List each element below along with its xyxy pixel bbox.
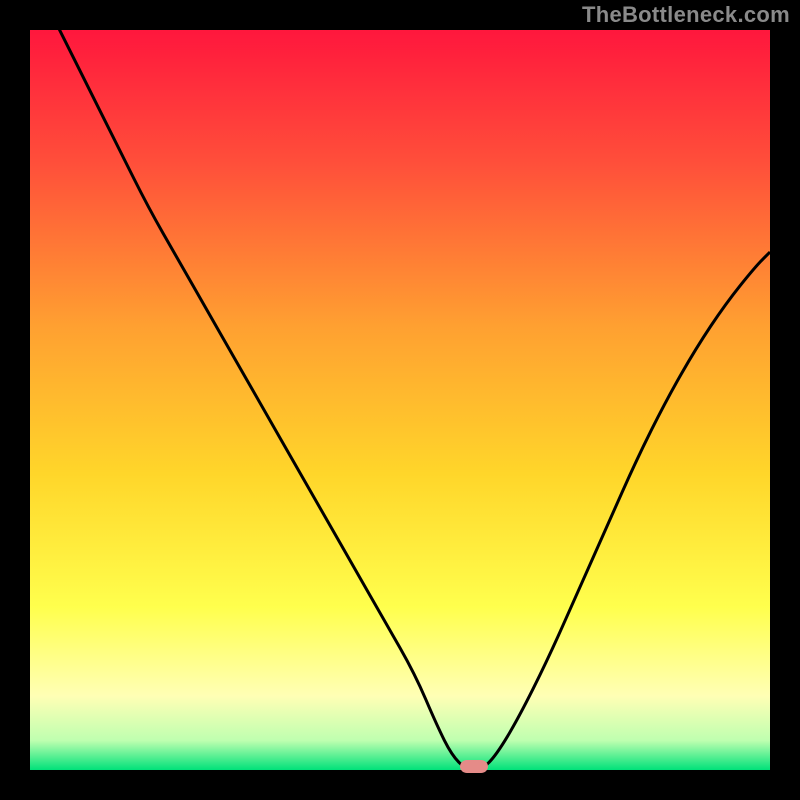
gradient-background xyxy=(30,30,770,770)
optimal-marker xyxy=(460,760,488,773)
chart-frame: TheBottleneck.com xyxy=(0,0,800,800)
bottleneck-chart xyxy=(0,0,800,800)
